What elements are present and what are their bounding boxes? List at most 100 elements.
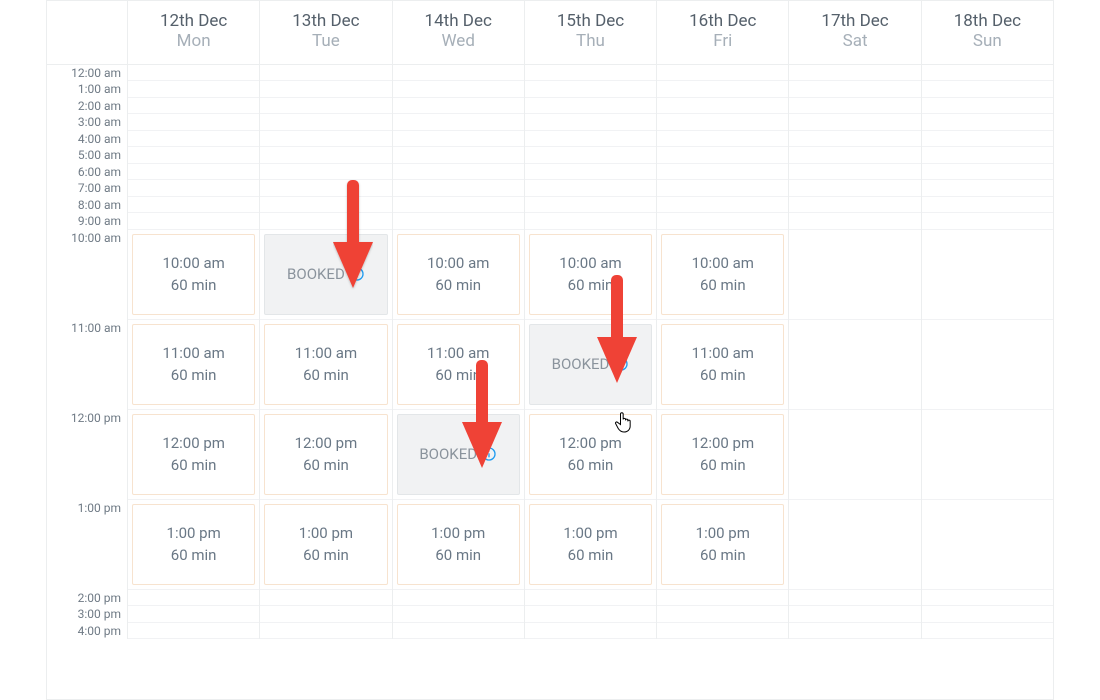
slot[interactable]: 10:00 am 60 min <box>529 234 652 315</box>
slot[interactable]: 11:00 am 60 min <box>397 324 520 405</box>
calendar-grid: 12:00 am 1:00 am 2:00 am 3:00 am 4:00 am… <box>47 65 1053 640</box>
header-time-spacer <box>47 1 127 64</box>
day-header-tue: 13th Dec Tue <box>259 1 391 64</box>
day-dow: Mon <box>132 31 255 51</box>
time-label: 3:00 am <box>47 114 127 131</box>
slot-time: 10:00 am <box>559 254 621 272</box>
time-label: 9:00 am <box>47 213 127 230</box>
slot-time: 11:00 am <box>162 344 224 362</box>
time-label: 8:00 am <box>47 197 127 214</box>
time-label: 2:00 am <box>47 98 127 115</box>
slot[interactable]: 1:00 pm 60 min <box>397 504 520 585</box>
slot-duration: 60 min <box>700 366 746 384</box>
time-label: 3:00 pm <box>47 606 127 623</box>
day-header-thu: 15th Dec Thu <box>524 1 656 64</box>
slot-duration: 60 min <box>303 366 349 384</box>
booked-label: BOOKED <box>287 265 345 283</box>
day-col-thu: 10:00 am 60 min BOOKED 12:00 pm 60 min <box>524 65 656 640</box>
day-header-wed: 14th Dec Wed <box>392 1 524 64</box>
slot-time: 11:00 am <box>692 344 754 362</box>
slot[interactable]: 1:00 pm 60 min <box>264 504 387 585</box>
time-label: 6:00 am <box>47 164 127 181</box>
day-date: 15th Dec <box>529 11 652 31</box>
slot-time: 12:00 pm <box>162 434 225 452</box>
slot-duration: 60 min <box>171 456 217 474</box>
slot[interactable]: 10:00 am 60 min <box>661 234 784 315</box>
slot-booked[interactable]: BOOKED <box>264 234 387 315</box>
slot-duration: 60 min <box>171 366 217 384</box>
slot[interactable]: 11:00 am 60 min <box>264 324 387 405</box>
day-col-mon: 10:00 am 60 min 11:00 am 60 min 12:00 pm… <box>127 65 259 640</box>
slot-duration: 60 min <box>435 366 481 384</box>
time-label: 12:00 am <box>47 65 127 82</box>
slot-time: 12:00 pm <box>295 434 358 452</box>
slot[interactable]: 12:00 pm 60 min <box>661 414 784 495</box>
time-label: 2:00 pm <box>47 590 127 607</box>
slot-booked[interactable]: BOOKED <box>529 324 652 405</box>
slot-duration: 60 min <box>568 456 614 474</box>
day-dow: Wed <box>397 31 520 51</box>
day-dow: Thu <box>529 31 652 51</box>
day-col-tue: BOOKED 11:00 am 60 min 12:00 pm 60 min 1… <box>259 65 391 640</box>
day-col-sat <box>788 65 920 640</box>
time-label: 7:00 am <box>47 180 127 197</box>
calendar-scroll[interactable]: 12:00 am 1:00 am 2:00 am 3:00 am 4:00 am… <box>47 65 1053 699</box>
time-label: 10:00 am <box>47 230 127 320</box>
slot-duration: 60 min <box>568 276 614 294</box>
slot-duration: 60 min <box>303 456 349 474</box>
slot-time: 12:00 pm <box>559 434 622 452</box>
slot-booked[interactable]: BOOKED <box>397 414 520 495</box>
slot-time: 1:00 pm <box>696 524 750 542</box>
slot-duration: 60 min <box>700 546 746 564</box>
slot-time: 1:00 pm <box>167 524 221 542</box>
time-label: 1:00 pm <box>47 500 127 590</box>
calendar: 12th Dec Mon 13th Dec Tue 14th Dec Wed 1… <box>46 0 1054 700</box>
slot[interactable]: 11:00 am 60 min <box>661 324 784 405</box>
slot[interactable]: 12:00 pm 60 min <box>264 414 387 495</box>
day-header-fri: 16th Dec Fri <box>656 1 788 64</box>
slot-time: 11:00 am <box>295 344 357 362</box>
info-icon[interactable] <box>613 356 629 372</box>
slot-duration: 60 min <box>303 546 349 564</box>
slot-time: 10:00 am <box>427 254 489 272</box>
calendar-header-row: 12th Dec Mon 13th Dec Tue 14th Dec Wed 1… <box>47 1 1053 65</box>
time-label: 1:00 am <box>47 81 127 98</box>
day-date: 16th Dec <box>661 11 784 31</box>
slot-time: 1:00 pm <box>431 524 485 542</box>
slot[interactable]: 1:00 pm 60 min <box>132 504 255 585</box>
day-dow: Tue <box>264 31 387 51</box>
day-date: 17th Dec <box>793 11 916 31</box>
day-header-sat: 17th Dec Sat <box>788 1 920 64</box>
time-label: 4:00 am <box>47 131 127 148</box>
slot[interactable]: 10:00 am 60 min <box>132 234 255 315</box>
slot[interactable]: 1:00 pm 60 min <box>529 504 652 585</box>
day-dow: Sat <box>793 31 916 51</box>
day-col-fri: 10:00 am 60 min 11:00 am 60 min 12:00 pm… <box>656 65 788 640</box>
slot-time: 10:00 am <box>692 254 754 272</box>
slot-duration: 60 min <box>435 546 481 564</box>
slot-time: 1:00 pm <box>299 524 353 542</box>
info-icon[interactable] <box>349 266 365 282</box>
slot-time: 10:00 am <box>162 254 224 272</box>
booked-label: BOOKED <box>419 445 477 463</box>
time-label: 12:00 pm <box>47 410 127 500</box>
day-date: 12th Dec <box>132 11 255 31</box>
slot-duration: 60 min <box>435 276 481 294</box>
day-dow: Fri <box>661 31 784 51</box>
info-icon[interactable] <box>481 446 497 462</box>
slot-time: 12:00 pm <box>691 434 754 452</box>
slot[interactable]: 12:00 pm 60 min <box>132 414 255 495</box>
slot-duration: 60 min <box>700 276 746 294</box>
time-label: 4:00 pm <box>47 623 127 640</box>
slot[interactable]: 10:00 am 60 min <box>397 234 520 315</box>
slot-time: 1:00 pm <box>563 524 617 542</box>
time-axis: 12:00 am 1:00 am 2:00 am 3:00 am 4:00 am… <box>47 65 127 640</box>
slot[interactable]: 12:00 pm 60 min <box>529 414 652 495</box>
day-col-wed: 10:00 am 60 min 11:00 am 60 min BOOKED <box>392 65 524 640</box>
slot-duration: 60 min <box>171 546 217 564</box>
day-header-sun: 18th Dec Sun <box>921 1 1053 64</box>
slot-time: 11:00 am <box>427 344 489 362</box>
slot[interactable]: 11:00 am 60 min <box>132 324 255 405</box>
slot[interactable]: 1:00 pm 60 min <box>661 504 784 585</box>
time-label: 5:00 am <box>47 147 127 164</box>
